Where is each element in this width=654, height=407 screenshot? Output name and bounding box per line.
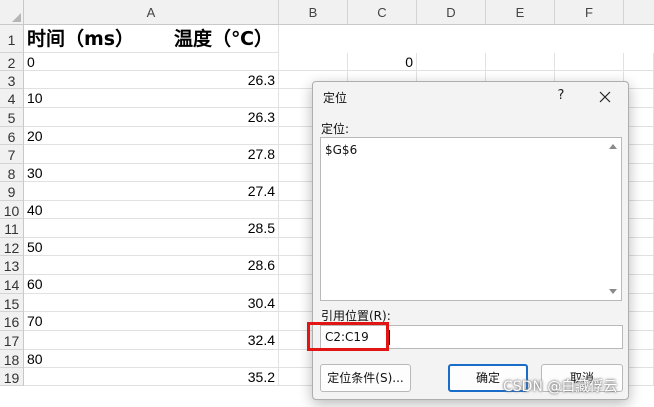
cell-a15[interactable]: 30.4 [24,294,279,312]
column-header-e[interactable]: E [486,0,555,25]
cell-a4[interactable]: 10 [24,89,279,108]
cell-a12[interactable]: 50 [24,238,279,256]
header-time: 时间（ms） [27,28,135,50]
cell-a2[interactable]: 0 [24,53,279,71]
cell-d2[interactable] [417,53,486,71]
header-temperature: 温度（℃） [174,28,274,50]
close-icon [599,91,611,102]
row-header-11[interactable]: 11 [0,219,24,238]
row-header-9[interactable]: 9 [0,182,24,201]
cell-f2[interactable] [555,53,624,71]
row-header-15[interactable]: 15 [0,294,24,312]
cell-e2[interactable] [486,53,555,71]
cell-a10[interactable]: 40 [24,201,279,219]
cell-b2[interactable] [279,53,348,71]
row-header-10[interactable]: 10 [0,201,24,219]
row-header-12[interactable]: 12 [0,238,24,256]
row-header-19[interactable]: 19 [0,368,24,386]
column-header-g[interactable] [624,0,654,25]
cell-a19[interactable]: 35.2 [24,368,279,386]
cell-a5[interactable]: 26.3 [24,108,279,127]
goto-dialog: 定位 ? 定位: $G$6 引用位置(R): 定位条件(S)... 确定 取消 [307,81,629,400]
row-header-7[interactable]: 7 [0,145,24,164]
column-header-f[interactable]: F [555,0,624,25]
cell-a7[interactable]: 27.8 [24,145,279,164]
cell-a6[interactable]: 20 [24,127,279,145]
cell-a9[interactable]: 27.4 [24,182,279,201]
scroll-up-arrow-icon[interactable] [609,144,617,149]
row-header-6[interactable]: 6 [0,127,24,145]
scroll-down-arrow-icon[interactable] [609,289,617,294]
help-button[interactable]: ? [548,84,574,108]
goto-list-item[interactable]: $G$6 [325,143,357,157]
cell-c2[interactable]: 0 [348,53,417,71]
cell-a11[interactable]: 28.5 [24,219,279,238]
row-header-2[interactable]: 2 [0,53,24,71]
text-caret [389,330,390,345]
cell-a16[interactable]: 70 [24,312,279,331]
row-header-1[interactable]: 1 [0,25,24,53]
row-header-8[interactable]: 8 [0,164,24,182]
cell-a13[interactable]: 28.6 [24,256,279,275]
cell-a17[interactable]: 32.4 [24,331,279,350]
highlight-box [307,322,389,351]
row-header-14[interactable]: 14 [0,275,24,294]
cell-a18[interactable]: 80 [24,350,279,368]
close-button[interactable] [591,84,619,108]
select-all-corner[interactable] [0,0,24,25]
watermark: CSDN @白藏俘云 [503,379,618,395]
row-header-17[interactable]: 17 [0,331,24,350]
row-header-16[interactable]: 16 [0,312,24,331]
row-header-18[interactable]: 18 [0,350,24,368]
row-header-4[interactable]: 4 [0,89,24,108]
special-button[interactable]: 定位条件(S)... [320,364,411,392]
goto-list-label: 定位: [321,122,350,136]
row-header-13[interactable]: 13 [0,256,24,275]
cell-a8[interactable]: 30 [24,164,279,182]
column-header-b[interactable]: B [279,0,348,25]
cell-a14[interactable]: 60 [24,275,279,294]
column-header-a[interactable]: A [24,0,279,25]
goto-listbox[interactable]: $G$6 [320,137,622,301]
cell-a1[interactable]: 时间（ms） 温度（℃） [24,25,279,53]
cell-a3[interactable]: 26.3 [24,71,279,89]
listbox-scrollbar[interactable] [605,138,621,300]
row-header-5[interactable]: 5 [0,108,24,127]
row-header-3[interactable]: 3 [0,71,24,89]
column-header-c[interactable]: C [348,0,417,25]
column-header-d[interactable]: D [417,0,486,25]
dialog-title: 定位 [323,91,348,105]
cell-g2[interactable] [624,53,654,71]
